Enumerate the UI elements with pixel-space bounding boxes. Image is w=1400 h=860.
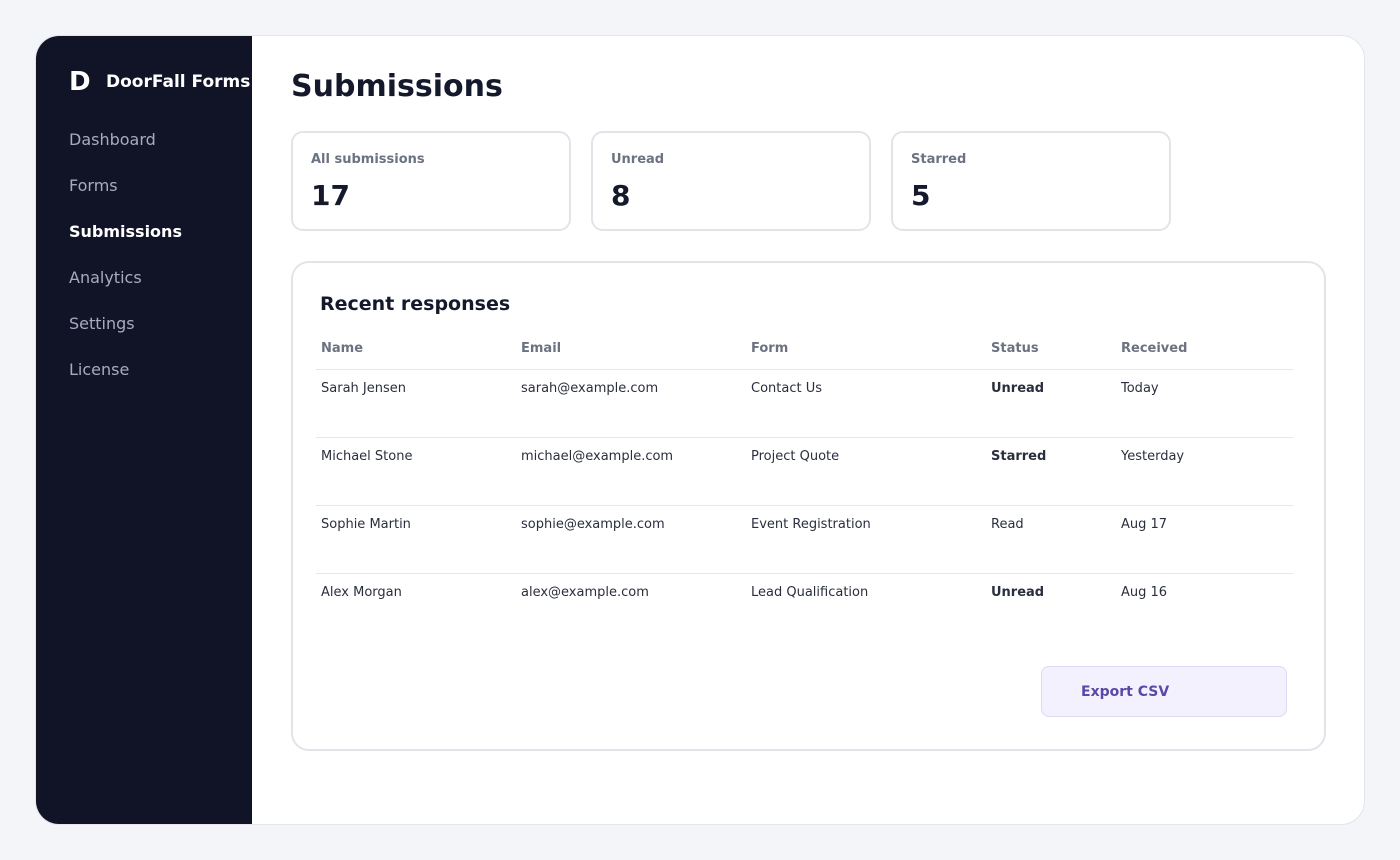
table-row[interactable]: Sarah Jensen sarah@example.com Contact U… <box>316 370 1293 438</box>
cell-status: Unread <box>991 585 1045 600</box>
recent-responses-panel: Recent responses Name Email Form Status … <box>291 261 1326 751</box>
cell-name: Sophie Martin <box>321 517 411 532</box>
page-title: Submissions <box>291 69 503 104</box>
export-csv-button[interactable]: Export CSV <box>1041 666 1287 717</box>
cell-email: alex@example.com <box>521 585 649 600</box>
table-row[interactable]: Michael Stone michael@example.com Projec… <box>316 438 1293 506</box>
app-window: D DoorFall Forms Dashboard Forms Submiss… <box>35 35 1365 825</box>
cell-status: Read <box>991 517 1024 532</box>
cell-status: Unread <box>991 381 1045 396</box>
table-header: Name Email Form Status Received <box>316 335 1293 370</box>
stat-card-all-submissions[interactable]: All submissions 17 <box>291 131 571 231</box>
cell-email: sophie@example.com <box>521 517 665 532</box>
table-row[interactable]: Alex Morgan alex@example.com Lead Qualif… <box>316 574 1293 642</box>
cell-form: Project Quote <box>751 449 840 464</box>
cell-name: Michael Stone <box>321 449 413 464</box>
cell-status: Starred <box>991 449 1047 464</box>
panel-title: Recent responses <box>320 293 511 315</box>
responses-table: Name Email Form Status Received Sarah Je… <box>316 335 1293 642</box>
cell-name: Alex Morgan <box>321 585 402 600</box>
cell-form: Event Registration <box>751 517 871 532</box>
main-content: Submissions All submissions 17 Unread 8 … <box>252 36 1364 824</box>
column-header-status[interactable]: Status <box>991 341 1039 356</box>
table-row[interactable]: Sophie Martin sophie@example.com Event R… <box>316 506 1293 574</box>
stat-value: 17 <box>311 179 350 212</box>
stat-label: Unread <box>611 152 665 167</box>
sidebar-item-forms[interactable]: Forms <box>69 174 182 220</box>
sidebar-item-dashboard[interactable]: Dashboard <box>69 128 182 174</box>
stat-value: 5 <box>911 179 931 212</box>
cell-received: Aug 16 <box>1121 585 1168 600</box>
cell-form: Lead Qualification <box>751 585 869 600</box>
cell-received: Yesterday <box>1121 449 1185 464</box>
cell-email: sarah@example.com <box>521 381 659 396</box>
brand-name: DoorFall Forms <box>106 72 251 92</box>
brand-logo: D <box>69 67 91 97</box>
stat-label: Starred <box>911 152 967 167</box>
cell-email: michael@example.com <box>521 449 674 464</box>
cell-form: Contact Us <box>751 381 822 396</box>
sidebar-nav: Dashboard Forms Submissions Analytics Se… <box>69 128 182 404</box>
sidebar-item-settings[interactable]: Settings <box>69 312 182 358</box>
column-header-form[interactable]: Form <box>751 341 788 356</box>
brand[interactable]: D DoorFall Forms <box>69 66 250 98</box>
stat-card-unread[interactable]: Unread 8 <box>591 131 871 231</box>
sidebar-item-analytics[interactable]: Analytics <box>69 266 182 312</box>
column-header-email[interactable]: Email <box>521 341 561 356</box>
sidebar: D DoorFall Forms Dashboard Forms Submiss… <box>36 36 252 824</box>
stat-value: 8 <box>611 179 631 212</box>
cell-received: Today <box>1121 381 1159 396</box>
column-header-name[interactable]: Name <box>321 341 363 356</box>
sidebar-item-submissions[interactable]: Submissions <box>69 220 182 266</box>
cell-received: Aug 17 <box>1121 517 1168 532</box>
stat-card-starred[interactable]: Starred 5 <box>891 131 1171 231</box>
stat-label: All submissions <box>311 152 425 167</box>
cell-name: Sarah Jensen <box>321 381 406 396</box>
column-header-received[interactable]: Received <box>1121 341 1187 356</box>
sidebar-item-license[interactable]: License <box>69 358 182 404</box>
